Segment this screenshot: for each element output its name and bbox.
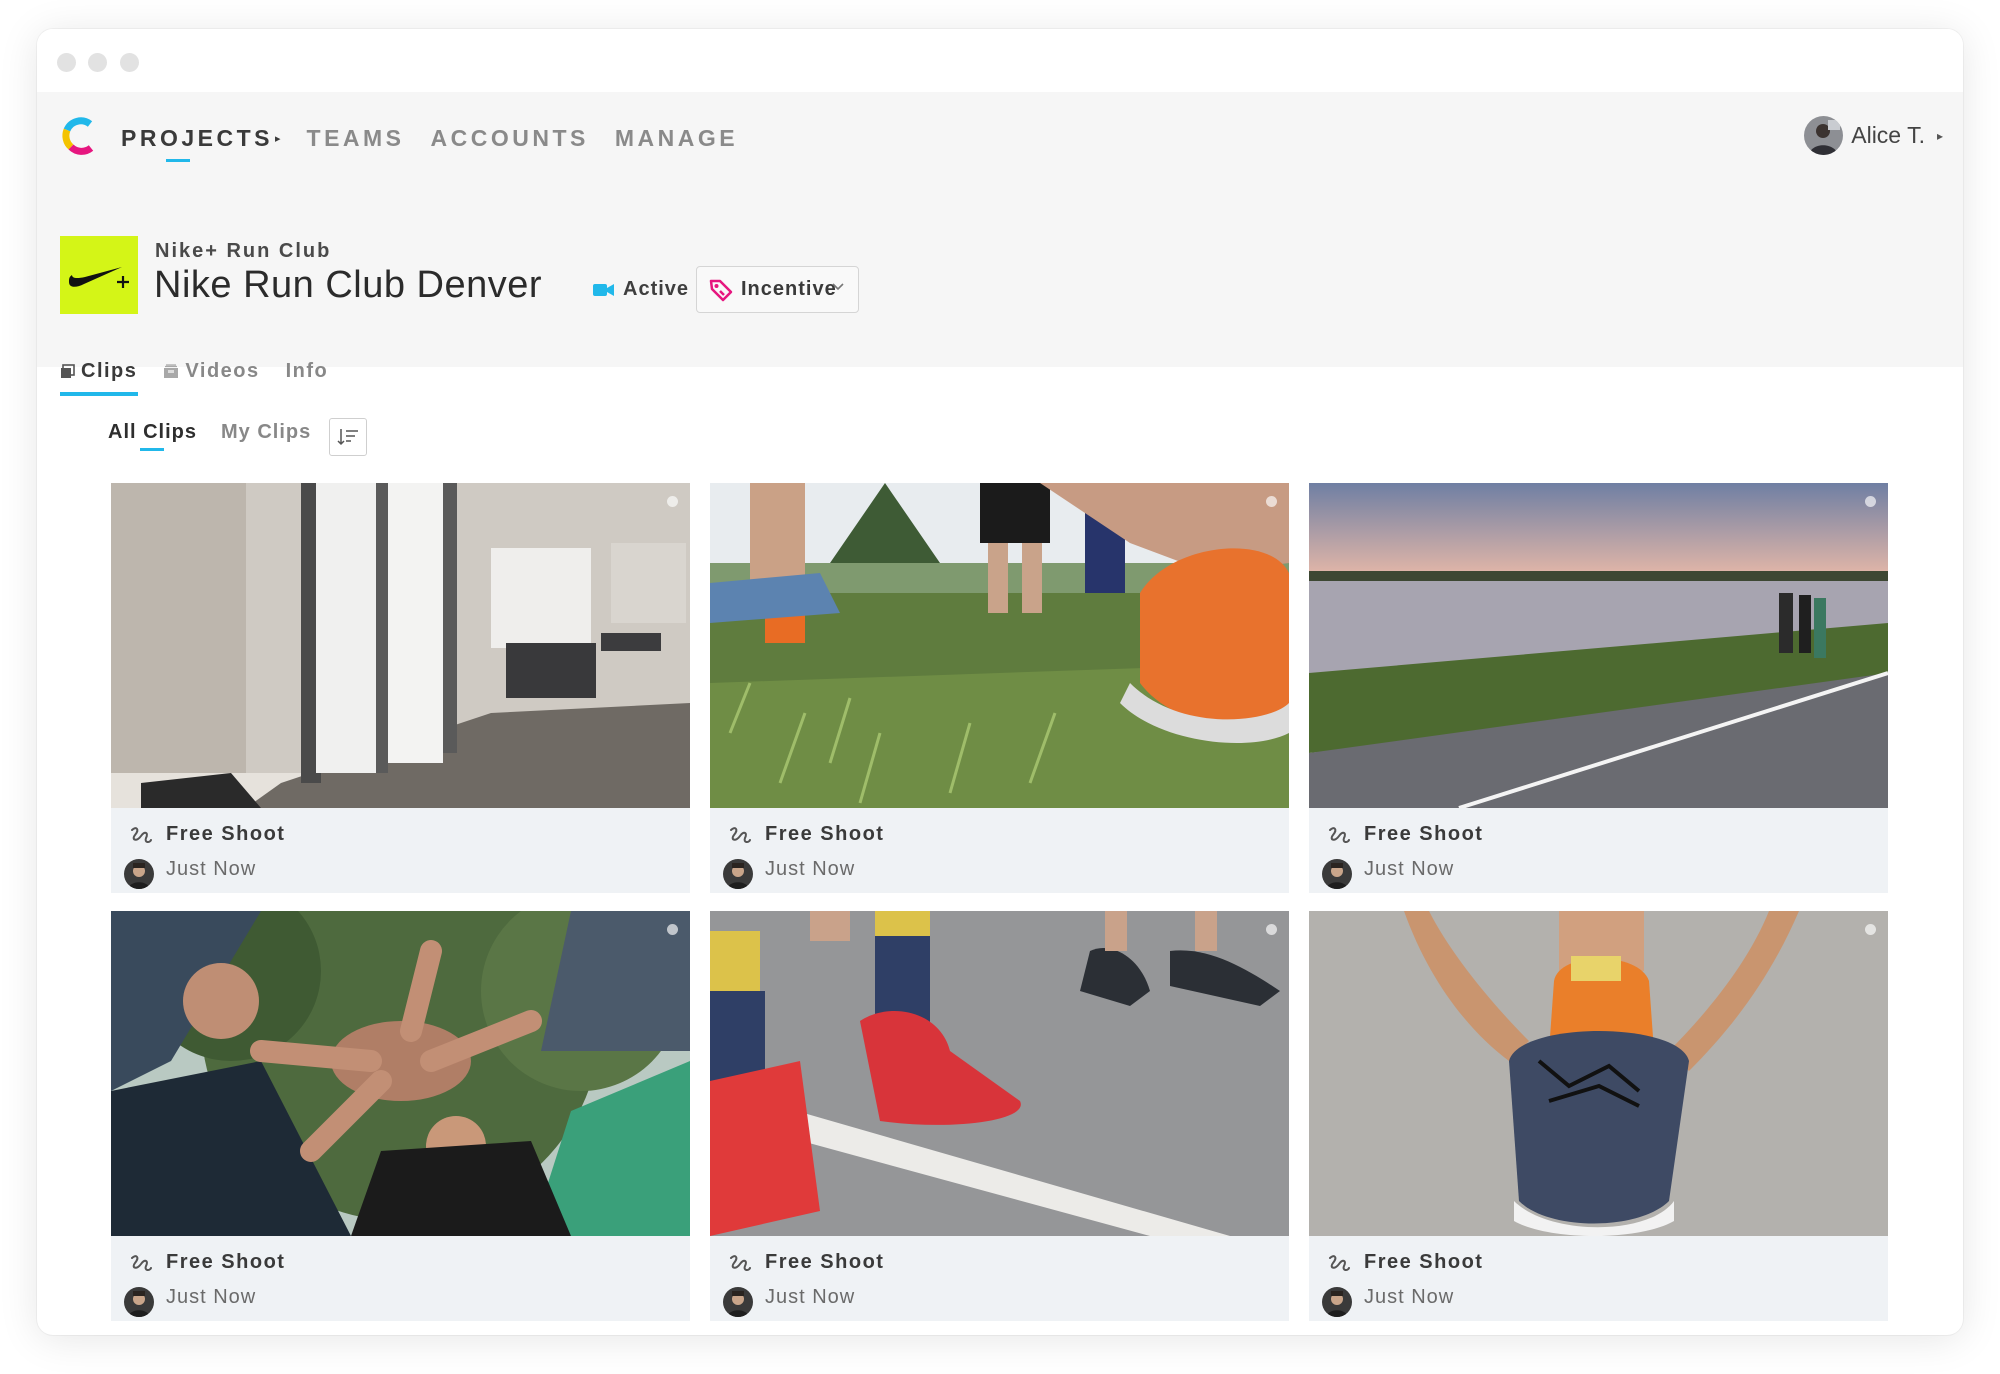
window-titlebar xyxy=(37,29,1963,92)
header-area: PROJECTS ▸ TEAMS ACCOUNTS MANAGE Alice T.… xyxy=(37,92,1963,396)
clip-thumbnail xyxy=(1309,911,1888,1236)
nav-manage[interactable]: MANAGE xyxy=(615,125,738,152)
window-close-button[interactable] xyxy=(57,53,76,72)
tag-dropdown[interactable]: Incentive xyxy=(696,266,859,313)
clip-card[interactable]: Free Shoot Just Now xyxy=(710,911,1289,1321)
window-minimize-button[interactable] xyxy=(88,53,107,72)
clip-author-avatar xyxy=(1322,1287,1352,1317)
main-nav: PROJECTS ▸ TEAMS ACCOUNTS MANAGE xyxy=(121,125,764,162)
clip-timestamp: Just Now xyxy=(166,858,257,880)
squiggle-icon xyxy=(1329,827,1350,844)
clip-author-avatar xyxy=(723,1287,753,1317)
clip-status-dot xyxy=(667,924,678,935)
squiggle-icon xyxy=(1329,1255,1350,1272)
chevron-down-icon xyxy=(832,283,844,291)
clip-author-avatar xyxy=(723,859,753,889)
tag-label: Incentive xyxy=(741,278,837,300)
user-avatar xyxy=(1804,116,1844,155)
clip-status-dot xyxy=(1266,924,1277,935)
filter-my-clips[interactable]: My Clips xyxy=(221,421,311,444)
clip-status-dot xyxy=(1865,496,1876,507)
tab-clips[interactable]: Clips xyxy=(60,360,137,383)
active-tab-indicator xyxy=(60,392,138,396)
clip-status-dot xyxy=(1865,924,1876,935)
squiggle-icon xyxy=(730,1255,751,1272)
clip-title: Free Shoot xyxy=(1364,823,1484,845)
clip-card[interactable]: Free Shoot Just Now xyxy=(111,911,690,1321)
clip-author-avatar xyxy=(124,1287,154,1317)
clip-thumbnail xyxy=(111,483,690,808)
project-tabs: Clips Videos Info xyxy=(60,360,354,383)
app-window: PROJECTS ▸ TEAMS ACCOUNTS MANAGE Alice T.… xyxy=(37,29,1963,1335)
clip-title: Free Shoot xyxy=(166,823,286,845)
sort-button[interactable] xyxy=(329,418,367,456)
clips-icon xyxy=(61,364,75,378)
project-logo xyxy=(60,236,138,314)
clip-card[interactable]: Free Shoot Just Now xyxy=(710,483,1289,893)
clip-author-avatar xyxy=(1322,859,1352,889)
user-menu[interactable]: Alice T. ▸ xyxy=(1804,116,1943,155)
tag-icon xyxy=(709,279,733,301)
clip-title: Free Shoot xyxy=(765,1251,885,1273)
user-name: Alice T. xyxy=(1851,122,1925,148)
clip-timestamp: Just Now xyxy=(1364,1286,1455,1308)
squiggle-icon xyxy=(730,827,751,844)
project-title: Nike Run Club Denver xyxy=(154,264,543,306)
nav-projects[interactable]: PROJECTS ▸ xyxy=(121,125,281,162)
clip-card[interactable]: Free Shoot Just Now xyxy=(1309,911,1888,1321)
clip-thumbnail xyxy=(710,483,1289,808)
clip-title: Free Shoot xyxy=(765,823,885,845)
nav-teams[interactable]: TEAMS xyxy=(307,125,405,152)
clip-author-avatar xyxy=(124,859,154,889)
caret-right-icon: ▸ xyxy=(1936,128,1943,143)
tab-label: Info xyxy=(285,360,329,382)
clip-status-dot xyxy=(667,496,678,507)
clip-timestamp: Just Now xyxy=(166,1286,257,1308)
videos-icon xyxy=(164,364,179,378)
project-org: Nike+ Run Club xyxy=(155,240,332,262)
tab-label: Videos xyxy=(185,360,260,382)
clip-timestamp: Just Now xyxy=(765,1286,856,1308)
tab-label: Clips xyxy=(81,360,138,382)
squiggle-icon xyxy=(131,1255,152,1272)
tab-videos[interactable]: Videos xyxy=(163,360,259,383)
clip-thumbnail xyxy=(1309,483,1888,808)
tab-info[interactable]: Info xyxy=(286,360,329,383)
clip-thumbnail xyxy=(111,911,690,1236)
status-badge: Active xyxy=(593,278,689,301)
squiggle-icon xyxy=(131,827,152,844)
filter-all-clips[interactable]: All Clips xyxy=(108,421,197,451)
clip-timestamp: Just Now xyxy=(765,858,856,880)
clip-title: Free Shoot xyxy=(1364,1251,1484,1273)
clip-filters: All Clips My Clips xyxy=(108,421,335,451)
status-label: Active xyxy=(623,278,690,300)
clip-timestamp: Just Now xyxy=(1364,858,1455,880)
clip-thumbnail xyxy=(710,911,1289,1236)
nav-accounts[interactable]: ACCOUNTS xyxy=(431,125,589,152)
clip-card[interactable]: Free Shoot Just Now xyxy=(111,483,690,893)
sort-icon xyxy=(337,429,358,446)
clip-status-dot xyxy=(1266,496,1277,507)
window-maximize-button[interactable] xyxy=(120,53,139,72)
app-logo-icon[interactable] xyxy=(59,116,99,156)
clip-title: Free Shoot xyxy=(166,1251,286,1273)
caret-right-icon: ▸ xyxy=(274,133,281,145)
clip-card[interactable]: Free Shoot Just Now xyxy=(1309,483,1888,893)
video-camera-icon xyxy=(593,283,614,296)
